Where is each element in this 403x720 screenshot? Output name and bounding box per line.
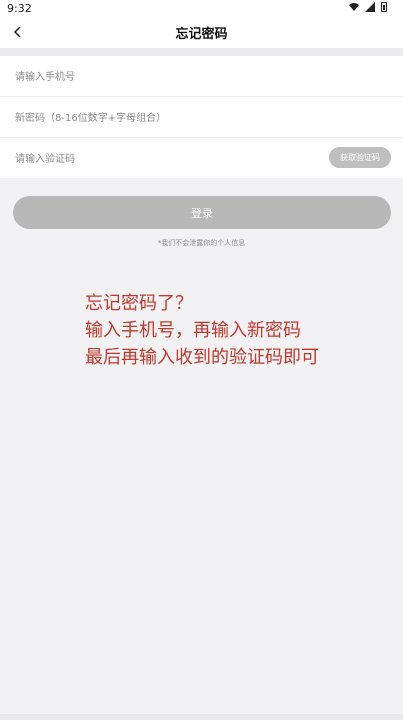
reset-password-form: 获取验证码 [0,56,403,180]
hint-line-1: 忘记密码了？ [85,293,193,314]
status-icons [349,2,387,12]
hint-line-2: 输入手机号，再输入新密码 [85,320,301,341]
page-title: 忘记密码 [175,27,228,42]
battery-icon [381,2,387,12]
divider [0,48,403,56]
hint-line-3: 最后再输入收到的验证码即可 [85,347,319,368]
phone-field-row [0,56,403,98]
new-password-input[interactable] [13,97,317,139]
phone-input[interactable] [13,56,317,98]
wifi-icon [349,2,359,12]
bottom-bar [0,714,403,720]
instruction-overlay: 忘记密码了？ 输入手机号，再输入新密码 最后再输入收到的验证码即可 [85,290,319,371]
code-field-row: 获取验证码 [0,138,403,180]
get-code-button[interactable]: 获取验证码 [329,147,391,168]
password-field-row [0,97,403,139]
status-bar: 9:32 [0,0,403,16]
verification-code-input[interactable] [13,138,317,180]
status-time: 9:32 [7,2,32,15]
privacy-note: *我们不会泄露你的个人信息 [157,239,246,247]
title-bar: 忘记密码 [0,16,403,48]
signal-icon [365,2,375,12]
login-button[interactable]: 登录 [13,196,391,229]
